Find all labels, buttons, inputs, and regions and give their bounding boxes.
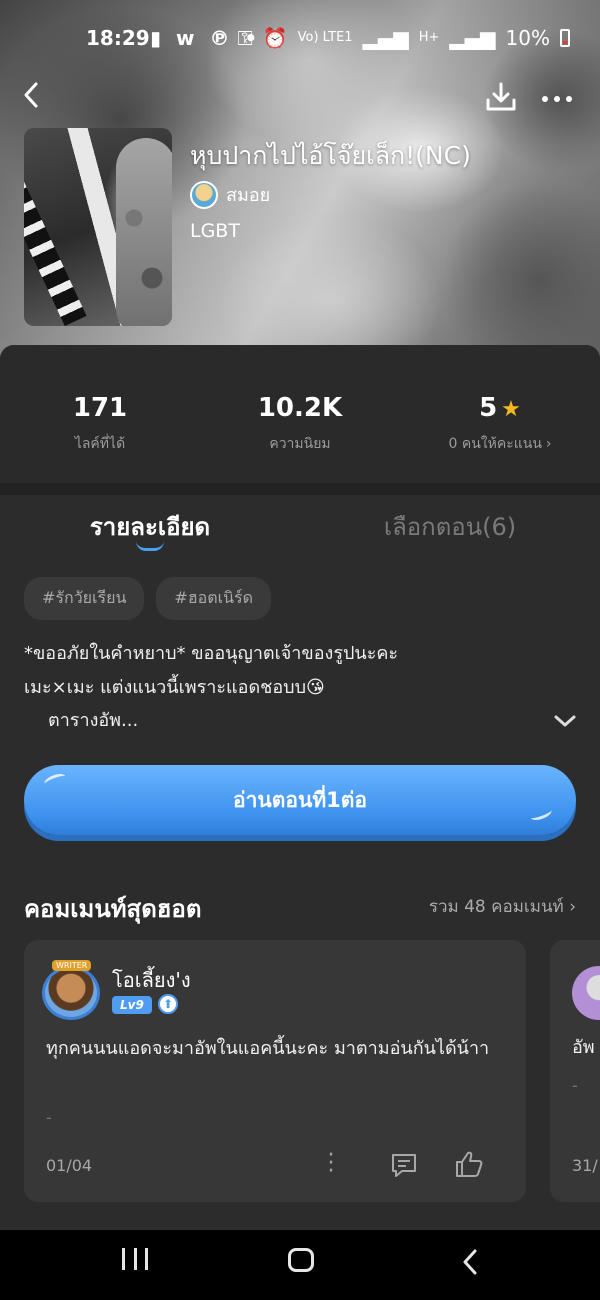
recent-apps-icon[interactable] bbox=[122, 1248, 148, 1272]
commenter-avatar[interactable] bbox=[572, 966, 600, 1020]
chevron-right-icon[interactable]: › bbox=[546, 436, 552, 452]
read-next-button[interactable]: อ่านตอนที่1ต่อ bbox=[24, 765, 576, 835]
tag-chip[interactable]: #รักวัยเรียน bbox=[24, 577, 145, 620]
all-comments-link[interactable]: รวม 48 คอมเมนท์ › bbox=[429, 893, 576, 920]
story-description: *ขออภัยในคำหยาบ* ขออนุญาตเจ้าของรูปนะคะ … bbox=[24, 637, 554, 705]
home-icon[interactable] bbox=[288, 1248, 314, 1272]
comment-date: 01/04 bbox=[46, 1156, 93, 1175]
status-time: 18:29 bbox=[86, 26, 150, 50]
chevron-down-icon[interactable] bbox=[552, 711, 578, 731]
comment-card[interactable]: WRITER โอเลี้ยง'ง Lv9 ⬆ ทุกคนนนแอดจะมาอั… bbox=[24, 940, 526, 1202]
star-icon: ★ bbox=[501, 397, 521, 422]
stat-likes: 171 ไลค์ที่ได้ bbox=[0, 393, 200, 455]
description-line: *ขออภัยในคำหยาบ* ขออนุญาตเจ้าของรูปนะคะ bbox=[24, 643, 399, 664]
cover-image bbox=[24, 128, 172, 326]
author-avatar[interactable] bbox=[190, 180, 218, 209]
story-title: หุบปากไปไอ้โจ๊ยเล็ก!(NC) bbox=[190, 141, 471, 170]
stat-popularity: 10.2K ความนิยม bbox=[200, 393, 400, 455]
level-badge: Lv9 bbox=[112, 996, 152, 1014]
author-name[interactable]: สมอย bbox=[226, 180, 270, 209]
system-nav-bar bbox=[0, 1230, 600, 1300]
hot-comments-heading: คอมเมนท์สุดฮอต bbox=[24, 895, 202, 923]
rating-count-label[interactable]: 0 คนให้คะแนน bbox=[448, 436, 541, 452]
more-vertical-icon[interactable]: · · · bbox=[326, 1145, 336, 1183]
likes-value: 171 bbox=[72, 393, 128, 423]
status-bar: 18:29 ▮ w ℗ • ⚿ ⏰ Vo) LTE1 ▂▄▆ H+ ▂▄▆ 10… bbox=[0, 22, 600, 58]
tab-episodes[interactable]: เลือกตอน(6) bbox=[300, 507, 600, 546]
battery-icon bbox=[560, 29, 570, 47]
comment-text: อัพ bbox=[572, 1037, 595, 1058]
battery-percent: 10% bbox=[505, 26, 550, 50]
back-icon[interactable] bbox=[20, 80, 44, 116]
stats-bar: 171 ไลค์ที่ได้ 10.2K ความนิยม 5 ★ 0 คนให้… bbox=[0, 345, 600, 485]
section-divider bbox=[0, 483, 600, 495]
popularity-label: ความนิยม bbox=[269, 436, 331, 452]
like-icon[interactable] bbox=[454, 1150, 484, 1178]
comment-episode: - bbox=[46, 1108, 52, 1127]
status-right: ⚿ ⏰ Vo) LTE1 ▂▄▆ H+ ▂▄▆ 10% bbox=[237, 26, 570, 50]
tab-bar: รายละเอียด เลือกตอน(6) bbox=[0, 495, 600, 565]
network-type-label: H+ bbox=[418, 30, 440, 45]
tag-chip[interactable]: #ฮอตเนิร์ด bbox=[156, 577, 271, 620]
comment-episode: - bbox=[572, 1076, 578, 1095]
comment-text: ทุกคนนนแอดจะมาอัพในแอคนี้นะคะ มาตามอ่นกั… bbox=[46, 1038, 490, 1059]
more-icon[interactable] bbox=[540, 82, 574, 123]
signal-icon: ▂▄▆ bbox=[362, 26, 409, 50]
description-line: เมะ×เมะ แต่งแนวนี้เพราะแอดชอบบ😘 bbox=[24, 677, 325, 698]
popularity-value: 10.2K bbox=[257, 393, 343, 423]
writer-badge: WRITER bbox=[52, 960, 92, 971]
story-category[interactable]: LGBT bbox=[190, 220, 240, 242]
read-next-label: อ่านตอนที่1ต่อ bbox=[232, 788, 368, 812]
alarm-icon: ⏰ bbox=[262, 26, 288, 50]
download-icon[interactable] bbox=[484, 80, 518, 114]
description-truncated: ตารางอัพ... bbox=[48, 710, 139, 731]
likes-label: ไลค์ที่ได้ bbox=[74, 436, 126, 452]
volte-label: Vo) LTE1 bbox=[297, 30, 353, 45]
author-row[interactable]: สมอย bbox=[190, 180, 270, 209]
commenter-name[interactable]: โอเลี้ยง'ง bbox=[112, 964, 191, 996]
tab-active-indicator bbox=[136, 541, 164, 551]
verified-shield-icon: ⬆ bbox=[158, 994, 178, 1014]
signal-icon-2: ▂▄▆ bbox=[449, 26, 496, 50]
comment-card[interactable]: อัพ - 31/ bbox=[550, 940, 600, 1202]
cover-backdrop: 18:29 ▮ w ℗ • ⚿ ⏰ Vo) LTE1 ▂▄▆ H+ ▂▄▆ 10… bbox=[0, 0, 600, 360]
comment-date: 31/ bbox=[572, 1156, 598, 1175]
reply-icon[interactable] bbox=[390, 1152, 418, 1178]
stat-rating[interactable]: 5 ★ 0 คนให้คะแนน › bbox=[400, 393, 600, 455]
tag-list: #รักวัยเรียน #ฮอตเนิร์ด bbox=[24, 577, 271, 620]
chevron-right-icon[interactable]: › bbox=[569, 897, 576, 917]
lock-icon: ⚿ bbox=[237, 26, 253, 50]
details-panel: 171 ไลค์ที่ได้ 10.2K ความนิยม 5 ★ 0 คนให้… bbox=[0, 345, 600, 1230]
rating-value: 5 bbox=[479, 393, 498, 423]
comment-total[interactable]: รวม 48 คอมเมนท์ bbox=[429, 897, 564, 917]
commenter-avatar[interactable] bbox=[42, 966, 100, 1020]
nav-back-icon[interactable] bbox=[460, 1248, 482, 1276]
